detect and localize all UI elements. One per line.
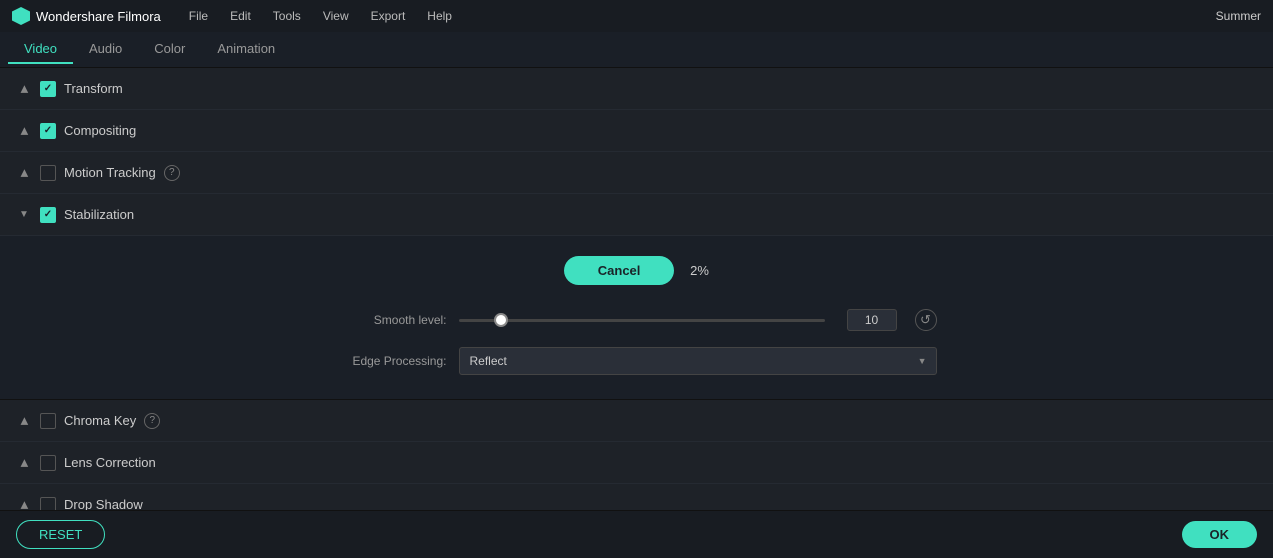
edge-processing-select-container: Reflect Tile Move Crop — [459, 347, 937, 375]
tab-video[interactable]: Video — [8, 35, 73, 64]
label-transform: Transform — [64, 81, 123, 96]
tab-bar: Video Audio Color Animation — [0, 32, 1273, 68]
ok-button[interactable]: OK — [1182, 521, 1258, 548]
reset-smooth-icon[interactable]: ↺ — [915, 309, 937, 331]
section-row-chroma-key[interactable]: ▶ Chroma Key ? — [0, 400, 1273, 442]
stabilization-body: Cancel 2% Smooth level: 10 ↺ Edge Proces… — [0, 236, 1273, 400]
chevron-lens-correction: ▶ — [16, 455, 32, 471]
smooth-level-label: Smooth level: — [337, 313, 447, 327]
menu-view[interactable]: View — [313, 5, 359, 27]
label-compositing: Compositing — [64, 123, 136, 138]
edge-processing-select[interactable]: Reflect Tile Move Crop — [459, 347, 937, 375]
user-name: Summer — [1216, 9, 1261, 23]
menu-edit[interactable]: Edit — [220, 5, 261, 27]
section-row-stabilization[interactable]: ▼ Stabilization — [0, 194, 1273, 236]
section-row-compositing[interactable]: ▶ Compositing — [0, 110, 1273, 152]
smooth-level-value: 10 — [847, 309, 897, 331]
chevron-stabilization: ▼ — [16, 207, 32, 223]
section-row-motion-tracking[interactable]: ▶ Motion Tracking ? — [0, 152, 1273, 194]
help-icon-motion-tracking[interactable]: ? — [164, 165, 180, 181]
tab-animation[interactable]: Animation — [201, 35, 291, 64]
help-icon-chroma-key[interactable]: ? — [144, 413, 160, 429]
menu-tools[interactable]: Tools — [263, 5, 311, 27]
logo-icon — [12, 7, 30, 25]
app-logo: Wondershare Filmora — [12, 7, 161, 25]
tab-audio[interactable]: Audio — [73, 35, 138, 64]
checkbox-motion-tracking[interactable] — [40, 165, 56, 181]
bottom-bar: RESET OK — [0, 510, 1273, 558]
chevron-chroma-key: ▶ — [16, 413, 32, 429]
menu-help[interactable]: Help — [417, 5, 462, 27]
checkbox-lens-correction[interactable] — [40, 455, 56, 471]
stabilization-progress-row: Cancel 2% — [40, 256, 1233, 285]
section-row-drop-shadow[interactable]: ▶ Drop Shadow — [0, 484, 1273, 510]
menu-file[interactable]: File — [179, 5, 218, 27]
checkbox-compositing[interactable] — [40, 123, 56, 139]
main-content: ▶ Transform ▶ Compositing ▶ Motion Track… — [0, 68, 1273, 510]
label-stabilization: Stabilization — [64, 207, 134, 222]
chevron-motion-tracking: ▶ — [16, 165, 32, 181]
label-drop-shadow: Drop Shadow — [64, 497, 143, 510]
label-lens-correction: Lens Correction — [64, 455, 156, 470]
stabilization-controls: Smooth level: 10 ↺ Edge Processing: Refl… — [337, 309, 937, 375]
progress-percent: 2% — [690, 263, 709, 278]
reset-button[interactable]: RESET — [16, 520, 105, 549]
section-row-transform[interactable]: ▶ Transform — [0, 68, 1273, 110]
titlebar: Wondershare Filmora File Edit Tools View… — [0, 0, 1273, 32]
smooth-level-slider[interactable] — [459, 319, 825, 322]
menu-export[interactable]: Export — [361, 5, 416, 27]
chevron-drop-shadow: ▶ — [16, 497, 32, 511]
cancel-button[interactable]: Cancel — [564, 256, 674, 285]
app-name: Wondershare Filmora — [36, 9, 161, 24]
chevron-transform: ▶ — [16, 81, 32, 97]
label-chroma-key: Chroma Key — [64, 413, 136, 428]
checkbox-drop-shadow[interactable] — [40, 497, 56, 511]
label-motion-tracking: Motion Tracking — [64, 165, 156, 180]
smooth-level-slider-wrap — [459, 319, 825, 322]
chevron-compositing: ▶ — [16, 123, 32, 139]
edge-processing-label: Edge Processing: — [337, 354, 447, 368]
checkbox-stabilization[interactable] — [40, 207, 56, 223]
smooth-level-row: Smooth level: 10 ↺ — [337, 309, 937, 331]
checkbox-chroma-key[interactable] — [40, 413, 56, 429]
checkbox-transform[interactable] — [40, 81, 56, 97]
tab-color[interactable]: Color — [138, 35, 201, 64]
section-row-lens-correction[interactable]: ▶ Lens Correction — [0, 442, 1273, 484]
menu-bar: File Edit Tools View Export Help — [179, 5, 1216, 27]
edge-processing-row: Edge Processing: Reflect Tile Move Crop — [337, 347, 937, 375]
